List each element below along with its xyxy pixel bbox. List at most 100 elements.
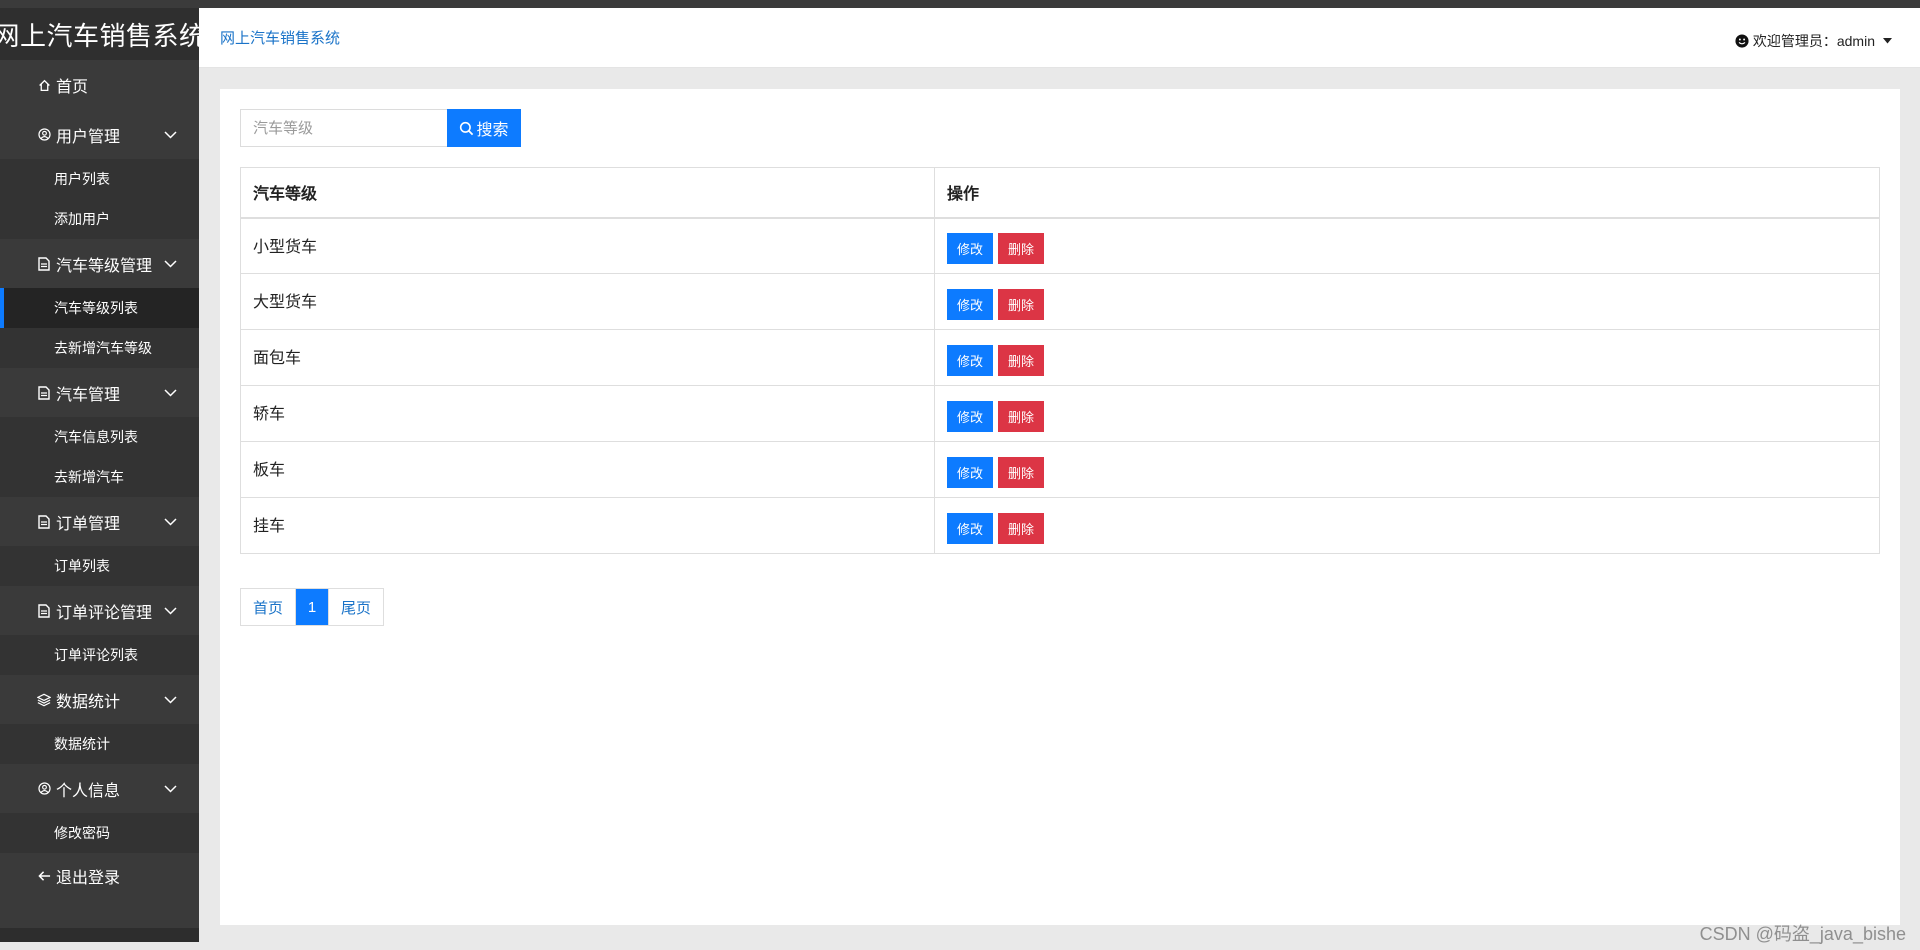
app-root: 网上汽车销售系统 首页 用户管理 用户列表 添加用户 汽车等级管理 汽车等级列表… <box>0 0 1920 950</box>
chevron-down-icon <box>163 257 177 271</box>
chevron-down-icon <box>163 782 177 796</box>
table-row: 大型货车 修改 删除 <box>240 273 1880 330</box>
edit-button[interactable]: 修改 <box>947 233 993 265</box>
sidebar-item-home[interactable]: 首页 <box>0 60 199 110</box>
sidebar-group-label: 订单评论管理 <box>56 604 153 622</box>
document-icon <box>35 256 53 271</box>
edit-button[interactable]: 修改 <box>947 289 993 320</box>
window-top-strip <box>0 0 1920 8</box>
cell-car-level: 轿车 <box>240 385 935 442</box>
search-button-label: 搜索 <box>476 122 509 139</box>
sidebar-item-car-info-list[interactable]: 汽车信息列表 <box>0 417 199 457</box>
edit-button[interactable]: 修改 <box>947 513 993 544</box>
page-last-link[interactable]: 尾页 <box>328 589 383 625</box>
pagination: 首页 1 尾页 <box>240 588 385 626</box>
chevron-down-icon <box>163 515 177 529</box>
sidebar: 网上汽车销售系统 首页 用户管理 用户列表 添加用户 汽车等级管理 汽车等级列表… <box>0 8 205 942</box>
table-row: 面包车 修改 删除 <box>240 329 1880 386</box>
column-header-car-level: 汽车等级 <box>240 167 935 219</box>
cell-car-level: 大型货车 <box>240 273 935 330</box>
sidebar-group-order-management[interactable]: 订单管理 <box>0 497 199 546</box>
user-greeting: 欢迎管理员：admin <box>1752 33 1875 49</box>
sidebar-group-statistics[interactable]: 数据统计 <box>0 675 199 724</box>
chevron-down-icon <box>163 604 177 618</box>
cell-actions: 修改 删除 <box>934 217 1880 274</box>
sidebar-group-label: 个人信息 <box>56 782 121 800</box>
delete-button[interactable]: 删除 <box>998 289 1044 320</box>
sidebar-group-label: 订单管理 <box>56 515 121 533</box>
sidebar-group-order-comment-management[interactable]: 订单评论管理 <box>0 586 199 635</box>
sidebar-item-label: 退出登录 <box>56 870 121 887</box>
chevron-down-icon <box>163 386 177 400</box>
brand-title: 网上汽车销售系统 <box>0 8 205 60</box>
search-bar: 搜索 <box>240 109 521 147</box>
sidebar-group-label: 数据统计 <box>56 693 121 711</box>
car-level-table: 汽车等级 操作 小型货车 修改 删除 大型货车 修改 删除 面包车 修改 删除 … <box>240 167 1880 554</box>
sidebar-item-add-car-level[interactable]: 去新增汽车等级 <box>0 328 199 368</box>
delete-button[interactable]: 删除 <box>998 233 1044 265</box>
edit-button[interactable]: 修改 <box>947 457 993 488</box>
cell-actions: 修改 删除 <box>934 273 1880 330</box>
sidebar-item-add-user[interactable]: 添加用户 <box>0 199 199 239</box>
cell-actions: 修改 删除 <box>934 385 1880 442</box>
sidebar-item-label: 首页 <box>56 79 89 96</box>
search-input[interactable] <box>240 109 447 147</box>
smile-icon <box>1735 34 1749 48</box>
sidebar-item-logout[interactable]: 退出登录 <box>0 853 199 899</box>
document-icon <box>35 385 53 400</box>
cell-actions: 修改 删除 <box>934 497 1880 554</box>
watermark: CSDN @码盗_java_bishe <box>1699 924 1906 944</box>
cell-car-level: 挂车 <box>240 497 935 554</box>
main-content-panel: 搜索 汽车等级 操作 小型货车 修改删除 大型货车 <box>220 89 1900 925</box>
sidebar-item-add-car[interactable]: 去新增汽车 <box>0 457 199 497</box>
table-row: 小型货车 修改 删除 <box>240 217 1880 274</box>
home-icon <box>35 79 53 92</box>
layers-icon <box>35 693 53 707</box>
edit-button[interactable]: 修改 <box>947 401 993 432</box>
sidebar-menu: 首页 用户管理 用户列表 添加用户 汽车等级管理 汽车等级列表 去新增汽车等级 … <box>0 60 199 899</box>
page-current[interactable]: 1 <box>295 589 329 625</box>
user-menu-dropdown[interactable]: 欢迎管理员：admin <box>1735 31 1892 51</box>
arrow-left-icon <box>35 870 53 882</box>
delete-button[interactable]: 删除 <box>998 457 1044 488</box>
chevron-down-icon <box>163 693 177 707</box>
sidebar-item-car-level-list[interactable]: 汽车等级列表 <box>0 288 199 328</box>
cell-actions: 修改 删除 <box>934 329 1880 386</box>
sidebar-group-label: 汽车管理 <box>56 386 121 404</box>
user-circle-icon <box>35 128 53 141</box>
sidebar-item-statistics[interactable]: 数据统计 <box>0 724 199 764</box>
chevron-down-icon <box>163 128 177 142</box>
sidebar-item-order-list[interactable]: 订单列表 <box>0 546 199 586</box>
search-button[interactable]: 搜索 <box>447 109 521 147</box>
sidebar-footer-bar <box>0 928 199 942</box>
document-icon <box>35 603 53 618</box>
delete-button[interactable]: 删除 <box>998 345 1044 376</box>
sidebar-item-change-password[interactable]: 修改密码 <box>0 813 199 853</box>
sidebar-group-personal-info[interactable]: 个人信息 <box>0 764 199 813</box>
cell-car-level: 板车 <box>240 441 935 498</box>
sidebar-group-user-management[interactable]: 用户管理 <box>0 110 199 159</box>
top-header: 网上汽车销售系统 欢迎管理员：admin <box>199 8 1920 68</box>
sidebar-item-user-list[interactable]: 用户列表 <box>0 159 199 199</box>
caret-down-icon <box>1883 38 1892 44</box>
sidebar-group-car-level-management[interactable]: 汽车等级管理 <box>0 239 199 288</box>
delete-button[interactable]: 删除 <box>998 401 1044 432</box>
document-icon <box>35 514 53 529</box>
page-first-link[interactable]: 首页 <box>241 589 295 625</box>
user-circle-icon <box>35 782 53 795</box>
header-app-link[interactable]: 网上汽车销售系统 <box>220 27 340 48</box>
table-row: 板车 修改 删除 <box>240 441 1880 498</box>
cell-car-level: 小型货车 <box>240 217 935 274</box>
table-header-row: 汽车等级 操作 <box>240 167 1880 219</box>
search-icon <box>459 121 474 136</box>
sidebar-group-car-management[interactable]: 汽车管理 <box>0 368 199 417</box>
cell-actions: 修改 删除 <box>934 441 1880 498</box>
table-row: 挂车 修改 删除 <box>240 497 1880 554</box>
cell-car-level: 面包车 <box>240 329 935 386</box>
edit-button[interactable]: 修改 <box>947 345 993 376</box>
table-row: 轿车 修改 删除 <box>240 385 1880 442</box>
sidebar-item-order-comment-list[interactable]: 订单评论列表 <box>0 635 199 675</box>
delete-button[interactable]: 删除 <box>998 513 1044 544</box>
sidebar-group-label: 用户管理 <box>56 128 121 146</box>
sidebar-group-label: 汽车等级管理 <box>56 257 153 275</box>
